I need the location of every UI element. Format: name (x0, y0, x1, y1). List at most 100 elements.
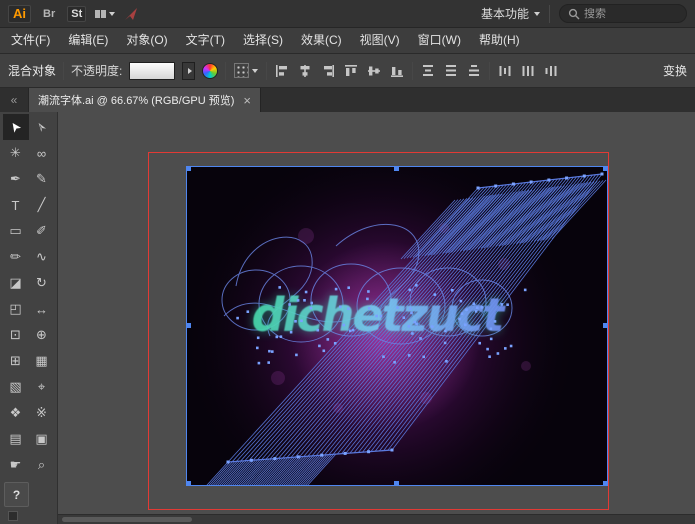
workspace-switcher[interactable]: 基本功能 (481, 5, 540, 22)
divider (266, 62, 267, 80)
column-graph-tool[interactable]: ▤ (3, 426, 29, 452)
align-left-button[interactable] (274, 63, 290, 79)
align-horizontal-center-button[interactable] (297, 63, 313, 79)
artboard-tool[interactable]: ▣ (29, 426, 55, 452)
zoom-tool[interactable]: ⌕ (29, 452, 55, 478)
perspective-grid-tool[interactable]: ⊞ (3, 348, 29, 374)
scale-tool[interactable]: ◰ (3, 296, 29, 322)
distribute-bottom-button[interactable] (466, 63, 482, 79)
mesh-tool[interactable]: ▦ (29, 348, 55, 374)
divider (549, 5, 550, 23)
pencil-tool[interactable]: ✏ (3, 244, 29, 270)
type-tool[interactable]: T (3, 192, 29, 218)
menu-item-5[interactable]: 选择(S) (234, 28, 292, 53)
illustrator-logo: Ai (8, 5, 31, 23)
search-box[interactable] (559, 4, 687, 23)
horizontal-scrollbar[interactable] (62, 517, 192, 522)
rotate-tool-icon: ↻ (36, 275, 47, 291)
direct-selection-tool-icon: ➢ (32, 118, 51, 136)
width-tool[interactable]: ↔ (29, 296, 55, 322)
rotate-tool[interactable]: ↻ (29, 270, 55, 296)
eyedropper-tool[interactable]: ⌖ (29, 374, 55, 400)
menubar: 文件(F)编辑(E)对象(O)文字(T)选择(S)效果(C)视图(V)窗口(W)… (0, 28, 695, 54)
opacity-dropdown-button[interactable] (182, 62, 195, 80)
symbol-sprayer-tool-icon: ※ (36, 405, 47, 421)
align-top-button[interactable] (343, 63, 359, 79)
distribute-vertical-center-button[interactable] (443, 63, 459, 79)
tool-grid: ➤➢ ✳ ∞ ✒ ✎T ╱ ▭ ✐✏∿ ◪ ↻ ◰↔⊡ ⊕ ⊞ ▦▧ ⌖ ❖ ※ ▤ ▣ ☛ ⌕ (0, 112, 57, 478)
workspace-label: 基本功能 (481, 5, 529, 22)
perspective-grid-tool-icon: ⊞ (10, 353, 21, 369)
zoom-tool-icon: ⌕ (38, 457, 45, 473)
lasso-tool[interactable]: ∞ (29, 140, 55, 166)
curvature-tool[interactable]: ✎ (29, 166, 55, 192)
color-wheel-icon[interactable] (202, 63, 218, 79)
pattern-options-button[interactable] (233, 62, 259, 79)
align-vertical-center-button[interactable] (366, 63, 382, 79)
application-bar: Ai Br St 基本功能 (0, 0, 695, 28)
distribute-space-center-button[interactable] (520, 63, 536, 79)
symbol-sprayer-tool[interactable]: ※ (29, 400, 55, 426)
hand-tool-icon: ☛ (10, 457, 22, 473)
selection-tool[interactable]: ➤ (3, 114, 29, 140)
distribute-space-left-button[interactable] (497, 63, 513, 79)
pen-tool-icon: ✒ (10, 171, 21, 187)
distribute-space-right-button[interactable] (543, 63, 559, 79)
control-bar: 混合对象 不透明度: 变换 (0, 54, 695, 88)
search-input[interactable] (584, 8, 674, 20)
menu-item-7[interactable]: 视图(V) (351, 28, 409, 53)
column-graph-tool-icon: ▤ (9, 431, 21, 447)
free-transform-tool[interactable]: ⊡ (3, 322, 29, 348)
artboard-tool-icon: ▣ (35, 431, 47, 447)
blend-tool[interactable]: ❖ (3, 400, 29, 426)
shaper-tool[interactable]: ∿ (29, 244, 55, 270)
align-bottom-button[interactable] (389, 63, 405, 79)
chevron-down-icon (252, 69, 258, 73)
canvas[interactable]: dichetzuctdichetzuct (58, 112, 695, 514)
rectangle-tool[interactable]: ▭ (3, 218, 29, 244)
line-segment-tool-icon: ╱ (38, 197, 46, 213)
distribute-top-button[interactable] (420, 63, 436, 79)
chevron-right-icon (188, 68, 192, 74)
hand-tool[interactable]: ☛ (3, 452, 29, 478)
bridge-button[interactable]: Br (40, 7, 58, 21)
gradient-tool[interactable]: ▧ (3, 374, 29, 400)
magic-wand-tool[interactable]: ✳ (3, 140, 29, 166)
tab-bar: « 潮流字体.ai @ 66.67% (RGB/GPU 预览) × (0, 88, 695, 112)
menu-item-8[interactable]: 窗口(W) (409, 28, 470, 53)
lasso-tool-icon: ∞ (37, 146, 46, 161)
menu-item-2[interactable]: 编辑(E) (59, 28, 117, 53)
blend-tool-icon: ❖ (10, 405, 22, 421)
document-tab[interactable]: 潮流字体.ai @ 66.67% (RGB/GPU 预览) × (29, 88, 261, 112)
shape-builder-tool[interactable]: ⊕ (29, 322, 55, 348)
pen-tool[interactable]: ✒ (3, 166, 29, 192)
menu-item-6[interactable]: 效果(C) (292, 28, 351, 53)
magic-wand-tool-icon: ✳ (10, 145, 21, 161)
eraser-tool[interactable]: ◪ (3, 270, 29, 296)
align-right-button[interactable] (320, 63, 336, 79)
gpu-performance-icon[interactable] (124, 7, 138, 21)
artwork-background[interactable]: dichetzuctdichetzuct (186, 166, 608, 486)
chevron-down-icon (109, 12, 115, 16)
eraser-tool-icon: ◪ (9, 275, 21, 291)
menu-item-4[interactable]: 文字(T) (177, 28, 234, 53)
menu-item-1[interactable]: 文件(F) (2, 28, 59, 53)
document-tab-title: 潮流字体.ai @ 66.67% (RGB/GPU 预览) (38, 92, 234, 108)
stock-button[interactable]: St (67, 6, 86, 22)
help-button[interactable]: ? (4, 482, 29, 507)
paintbrush-tool[interactable]: ✐ (29, 218, 55, 244)
artwork-svg: dichetzuctdichetzuct (186, 166, 608, 486)
line-segment-tool[interactable]: ╱ (29, 192, 55, 218)
canvas-column: dichetzuctdichetzuct (58, 112, 695, 524)
rectangle-tool-icon: ▭ (9, 223, 21, 239)
collapse-tools-button[interactable]: « (0, 88, 29, 112)
transform-label[interactable]: 变换 (663, 62, 687, 79)
menu-item-3[interactable]: 对象(O) (117, 28, 176, 53)
opacity-input[interactable] (129, 62, 175, 80)
direct-selection-tool[interactable]: ➢ (29, 114, 55, 140)
menu-item-9[interactable]: 帮助(H) (470, 28, 529, 53)
eyedropper-tool-icon: ⌖ (38, 379, 45, 395)
close-tab-icon[interactable]: × (243, 95, 251, 106)
arrange-documents-button[interactable] (95, 10, 115, 18)
shape-builder-tool-icon: ⊕ (36, 327, 47, 343)
